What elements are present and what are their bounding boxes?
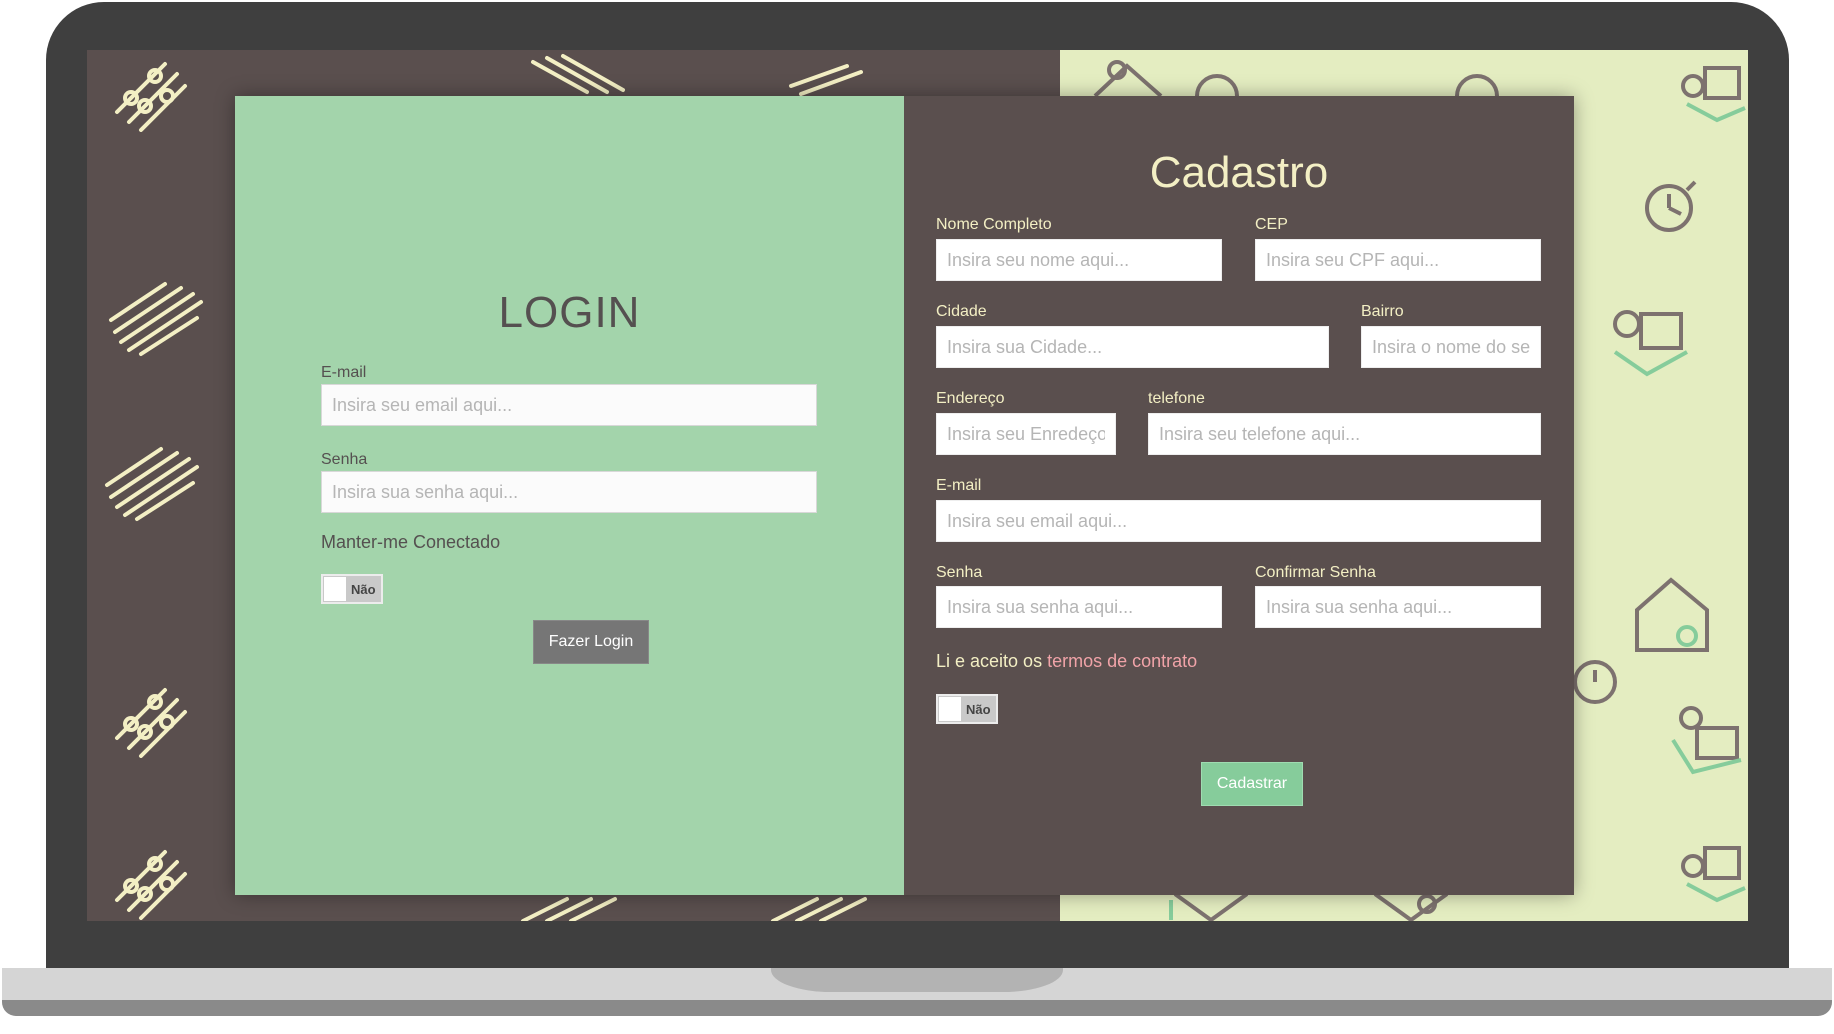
remember-me-toggle[interactable]: Não [321, 574, 383, 604]
login-password-input[interactable] [321, 471, 817, 513]
delivery-person-icon [1671, 706, 1742, 775]
auth-card: LOGIN E-mail Senha Manter-me Conectado N… [235, 96, 1574, 895]
stripes-icon [109, 282, 203, 356]
district-input[interactable] [1361, 326, 1541, 368]
slider-icon [115, 688, 187, 758]
login-email-input[interactable] [321, 384, 817, 426]
register-title: Cadastro [1149, 148, 1329, 197]
login-title: LOGIN [498, 288, 641, 337]
toggle-state-text: Não [351, 582, 376, 597]
stopwatch-icon [1573, 660, 1617, 704]
house-icon [1635, 577, 1709, 652]
stripes-icon [531, 54, 625, 94]
full-name-label: Nome Completo [936, 216, 1052, 233]
slider-icon [115, 62, 187, 132]
delivery-person-icon [1681, 66, 1746, 123]
delivery-person-icon [1681, 846, 1746, 903]
laptop-base-edge [2, 1000, 1832, 1016]
stopwatch-icon [1455, 74, 1499, 96]
login-email-label: E-mail [321, 364, 367, 381]
register-button[interactable]: Cadastrar [1201, 762, 1303, 806]
cep-input[interactable] [1255, 239, 1541, 281]
house-icon [1093, 60, 1163, 96]
register-email-input[interactable] [936, 500, 1541, 542]
stopwatch-icon [1645, 180, 1697, 232]
stopwatch-icon [1195, 74, 1239, 96]
register-password-input[interactable] [936, 586, 1222, 628]
login-password-label: Senha [321, 451, 368, 468]
toggle-state-text: Não [966, 702, 991, 717]
address-label: Endereço [936, 390, 1005, 407]
register-panel: Cadastro Nome Completo CEP Cidade Bairro… [904, 96, 1574, 895]
full-name-input[interactable] [936, 239, 1222, 281]
register-password-label: Senha [936, 564, 983, 581]
remember-me-label: Manter-me Conectado [321, 532, 501, 552]
slider-icon [115, 850, 187, 920]
register-email-label: E-mail [936, 477, 982, 494]
toggle-knob [324, 577, 346, 601]
laptop-notch [771, 968, 1063, 992]
city-input[interactable] [936, 326, 1329, 368]
login-button[interactable]: Fazer Login [533, 620, 649, 664]
stripes-icon [771, 897, 867, 921]
delivery-person-icon [1613, 310, 1688, 377]
confirm-password-input[interactable] [1255, 586, 1541, 628]
district-label: Bairro [1361, 303, 1404, 320]
stripes-icon [521, 897, 617, 921]
city-label: Cidade [936, 303, 987, 320]
terms-toggle[interactable]: Não [936, 694, 998, 724]
terms-prefix: Li e aceito os [936, 651, 1048, 671]
confirm-password-label: Confirmar Senha [1255, 564, 1376, 581]
phone-input[interactable] [1148, 413, 1541, 455]
toggle-knob [939, 697, 961, 721]
terms-statement: Li e aceito os termos de contrato [936, 651, 1197, 672]
cep-label: CEP [1255, 216, 1288, 233]
phone-label: telefone [1148, 390, 1205, 407]
laptop-screen: LOGIN E-mail Senha Manter-me Conectado N… [87, 50, 1748, 921]
address-input[interactable] [936, 413, 1116, 455]
stripes-icon [105, 447, 199, 521]
terms-link[interactable]: termos de contrato [1047, 651, 1197, 671]
login-panel: LOGIN E-mail Senha Manter-me Conectado N… [235, 96, 904, 895]
stripes-icon [789, 64, 863, 96]
